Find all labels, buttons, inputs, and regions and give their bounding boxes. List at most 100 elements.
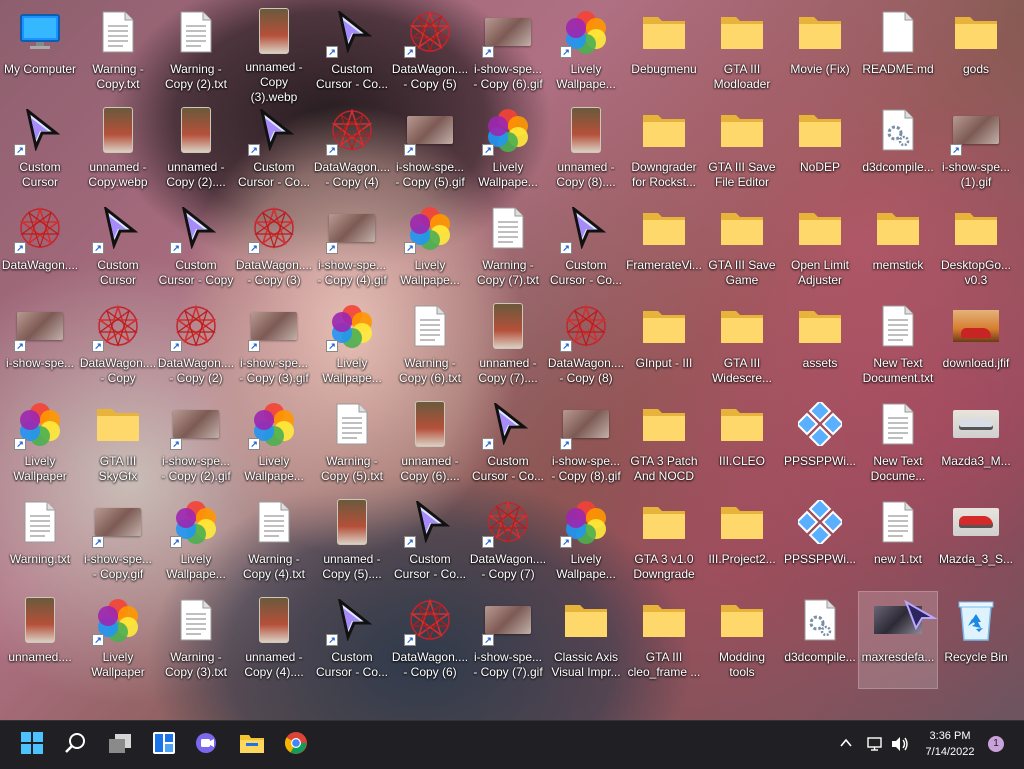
desktop-icon[interactable]: ↗ Custom Cursor — [79, 200, 157, 296]
desktop-icon[interactable]: ↗ i-show-spe... - Copy (8).gif — [547, 396, 625, 492]
desktop-icon[interactable]: ↗ Lively Wallpape... — [313, 298, 391, 394]
desktop-icon[interactable]: ↗ Custom Cursor - Co... — [235, 102, 313, 198]
desktop-icon[interactable]: unnamed - Copy (4).... — [235, 592, 313, 688]
chat-button[interactable] — [188, 725, 228, 765]
desktop-icon[interactable]: GTA 3 Patch And NOCD — [625, 396, 703, 492]
desktop-icon[interactable]: ↗ i-show-spe... (1).gif — [937, 102, 1015, 198]
file-explorer-button[interactable] — [232, 725, 272, 765]
desktop-icon[interactable]: GTA III SkyGfx — [79, 396, 157, 492]
desktop-icon[interactable]: ↗ Custom Cursor - Co... — [391, 494, 469, 590]
desktop-icon[interactable]: unnamed - Copy (8).... — [547, 102, 625, 198]
desktop-icon[interactable]: ↗ DataWagon.... - Copy (7) — [469, 494, 547, 590]
desktop-icon[interactable]: ↗ Lively Wallpape... — [391, 200, 469, 296]
network-button[interactable] — [866, 735, 884, 758]
show-hidden-icons-button[interactable] — [838, 735, 854, 756]
desktop-icon[interactable]: ↗ i-show-spe... - Copy (4).gif — [313, 200, 391, 296]
desktop-icon[interactable]: gods — [937, 4, 1015, 100]
widgets-button[interactable] — [144, 725, 184, 765]
desktop-icon[interactable]: ↗ Lively Wallpaper — [1, 396, 79, 492]
desktop-icon[interactable]: ↗ i-show-spe... - Copy (6).gif — [469, 4, 547, 100]
desktop-icon[interactable]: s — [1015, 4, 1024, 100]
desktop-icon[interactable]: ↗ DataWagon.... - Copy — [79, 298, 157, 394]
desktop-icon[interactable]: ↗ Lively Wallpape... — [469, 102, 547, 198]
desktop-icon[interactable]: GInput - III — [625, 298, 703, 394]
desktop-icon[interactable]: Warning - Copy (2).txt — [157, 4, 235, 100]
desktop-icon[interactable]: ↗ DataWagon.... - Copy (3) — [235, 200, 313, 296]
desktop-icon[interactable]: ↗ DataWagon.... — [1, 200, 79, 296]
desktop-icon[interactable]: NoDEP — [781, 102, 859, 198]
desktop-icon[interactable]: new 1.txt — [859, 494, 937, 590]
desktop-icon[interactable]: Recycle Bin — [937, 592, 1015, 688]
desktop-icon[interactable]: ↗ Custom Cursor - Co... — [469, 396, 547, 492]
desktop-icon[interactable]: GTA III Modloader — [703, 4, 781, 100]
desktop-icon[interactable]: ↗ i-show-spe... - Copy (2).gif — [157, 396, 235, 492]
desktop-icon[interactable]: PPSSPPWi... — [781, 494, 859, 590]
desktop-icon[interactable]: Downgrader for Rockst... — [625, 102, 703, 198]
task-view-button[interactable] — [100, 725, 140, 765]
search-button[interactable] — [56, 725, 96, 765]
desktop-icon[interactable]: ↗ i-show-spe... — [1, 298, 79, 394]
desktop-icon[interactable]: unnamed - Copy (2).... — [157, 102, 235, 198]
desktop-icon[interactable]: My Computer — [1, 4, 79, 100]
desktop-icon[interactable]: ↗ Custom Cursor - Co... — [547, 200, 625, 296]
desktop-icon[interactable]: PPSSPPWi... — [781, 396, 859, 492]
desktop-icon[interactable]: Warning - Copy (6).txt — [391, 298, 469, 394]
volume-button[interactable] — [890, 735, 910, 758]
desktop-icon[interactable]: III.CLEO — [703, 396, 781, 492]
notification-badge[interactable]: 1 — [988, 736, 1004, 752]
desktop-icon[interactable]: memstick — [859, 200, 937, 296]
clock-button[interactable]: 3:36 PM 7/14/2022 — [918, 727, 982, 763]
desktop-icon[interactable]: unnamed - Copy (6).... — [391, 396, 469, 492]
desktop-icon[interactable]: ↗ DataWagon.... - Copy (8) — [547, 298, 625, 394]
desktop-icon[interactable]: Movie (Fix) — [781, 4, 859, 100]
desktop-icon[interactable]: Warning - Copy (7).txt — [469, 200, 547, 296]
desktop-icon[interactable]: III.Project2... — [703, 494, 781, 590]
desktop-icon[interactable]: Mazda3_M... — [937, 396, 1015, 492]
desktop-icon[interactable]: d3dcompile... — [781, 592, 859, 688]
desktop-icon[interactable]: unnamed - Copy (5).... — [313, 494, 391, 590]
desktop-icon[interactable]: GTA III Save Game — [703, 200, 781, 296]
desktop-icon[interactable]: Warning - Copy (5).txt — [313, 396, 391, 492]
desktop-icon[interactable]: GTA III Widescre... — [703, 298, 781, 394]
desktop-icon[interactable]: GTA III cleo_frame ... — [625, 592, 703, 688]
chrome-button[interactable] — [276, 725, 316, 765]
desktop-icon[interactable]: unnamed - Copy (7).... — [469, 298, 547, 394]
desktop-icon[interactable]: ↗ Custom Cursor - Co... — [313, 592, 391, 688]
desktop-icon[interactable]: ↗ Custom Cursor — [1, 102, 79, 198]
desktop-icon[interactable]: ↗ Custom Cursor - Co... — [313, 4, 391, 100]
desktop-icon[interactable]: GTA 3 v1.0 Downgrade — [625, 494, 703, 590]
desktop-icon[interactable]: ↗ DataWagon.... - Copy (5) — [391, 4, 469, 100]
desktop-icon[interactable]: New Text Docume... — [859, 396, 937, 492]
desktop-icon[interactable]: ↗ Lively Wallpape... — [547, 494, 625, 590]
desktop-icon[interactable]: unnamed.... — [1, 592, 79, 688]
desktop-icon[interactable]: ↗ Lively Wallpaper — [79, 592, 157, 688]
desktop-icon[interactable]: ↗ Custom Cursor - Copy — [157, 200, 235, 296]
desktop-icon[interactable]: assets — [781, 298, 859, 394]
desktop-icon[interactable]: Warning.txt — [1, 494, 79, 590]
desktop-icon[interactable]: ↗ DataWagon.... - Copy (6) — [391, 592, 469, 688]
desktop-icon[interactable]: ↗ i-show-spe... - Copy (7).gif — [469, 592, 547, 688]
desktop-icon[interactable]: unnamed - Copy.webp — [79, 102, 157, 198]
desktop-icon[interactable]: Debugmenu — [625, 4, 703, 100]
desktop-icon[interactable]: ↗ i-show-spe... - Copy (5).gif — [391, 102, 469, 198]
desktop-icon[interactable]: Modding tools — [703, 592, 781, 688]
desktop-icon[interactable]: ↗ DataWagon.... - Copy (4) — [313, 102, 391, 198]
desktop-icon[interactable]: ↗ Lively Wallpape... — [235, 396, 313, 492]
desktop-icon[interactable]: ↗ i-show-spe... - Copy (3).gif — [235, 298, 313, 394]
desktop-icon[interactable]: Warning - Copy (4).txt — [235, 494, 313, 590]
desktop-icon[interactable]: GTA III Save File Editor — [703, 102, 781, 198]
desktop-icon[interactable]: Warning - Copy.txt — [79, 4, 157, 100]
desktop-icon[interactable]: New Text Document.txt — [859, 298, 937, 394]
desktop-icon[interactable]: d3dcompile... — [859, 102, 937, 198]
desktop-icon[interactable]: Warning - Copy (3).txt — [157, 592, 235, 688]
desktop-icon[interactable]: download.jfif — [937, 298, 1015, 394]
desktop-icon[interactable]: Open Limit Adjuster — [781, 200, 859, 296]
desktop-icon[interactable]: ↗ DataWagon.... - Copy (2) — [157, 298, 235, 394]
desktop-icon[interactable]: ↗ Lively Wallpape... — [547, 4, 625, 100]
desktop[interactable]: My Computer Warning - Copy.txt Warning - C… — [0, 0, 1024, 720]
desktop-icon[interactable]: unnamed - Copy (3).webp — [235, 4, 313, 104]
desktop-icon[interactable]: Classic Axis Visual Impr... — [547, 592, 625, 688]
desktop-icon[interactable]: README.md — [859, 4, 937, 100]
desktop-icon[interactable]: FramerateVi... — [625, 200, 703, 296]
desktop-icon[interactable]: Mazda_3_S... — [937, 494, 1015, 590]
